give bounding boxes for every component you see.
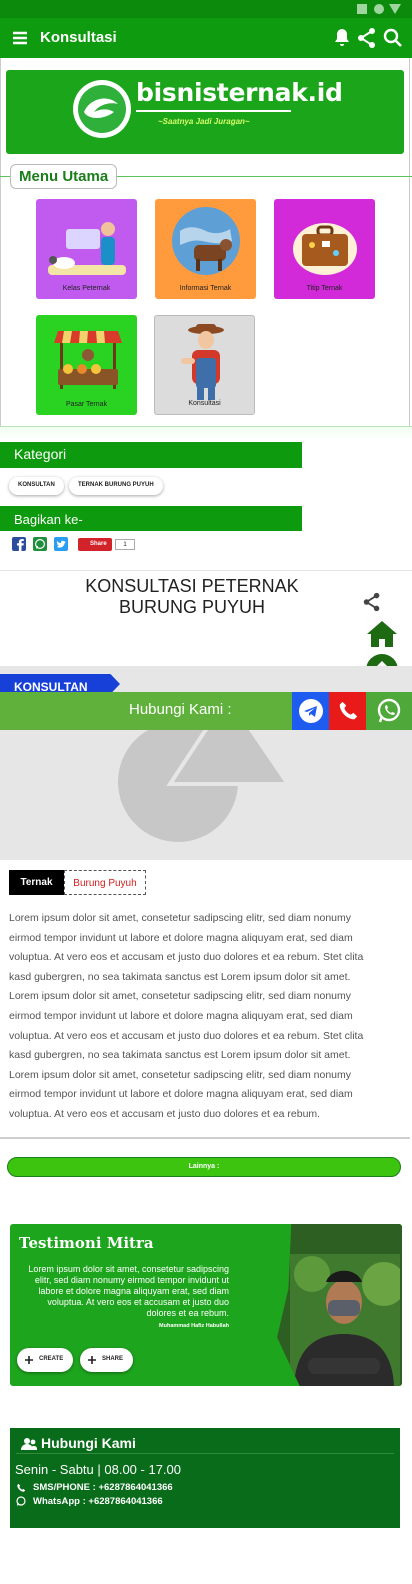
share-testimoni-button[interactable]: SHARE: [80, 1348, 134, 1372]
lainnya-button[interactable]: Lainnya :: [7, 1157, 401, 1177]
post-category-ribbon[interactable]: KONSULTAN: [0, 674, 120, 694]
article-divider: [0, 1137, 410, 1139]
page-title: Konsultasi: [40, 29, 117, 46]
phone-icon: [17, 1483, 26, 1492]
tag-burung-puyuh[interactable]: Burung Puyuh: [64, 870, 146, 895]
system-status-bar: [0, 0, 412, 18]
category-chip-konsultan[interactable]: KONSULTAN: [9, 477, 64, 495]
testimoni-photo: [277, 1224, 402, 1386]
testimoni-title: Testimoni Mitra: [19, 1234, 154, 1252]
hamburger-menu-icon[interactable]: [9, 26, 33, 50]
create-button[interactable]: CREATE: [17, 1348, 74, 1372]
menu-title: Menu Utama: [10, 164, 118, 189]
post-title: KONSULTASI PETERNAK BURUNG PUYUH: [85, 576, 299, 617]
share-button[interactable]: Share: [78, 538, 112, 551]
section-divider: [0, 426, 412, 440]
footer-title: Hubungi Kami: [41, 1435, 136, 1451]
market-stall-icon: [54, 331, 122, 389]
class-illustration-icon: [48, 222, 126, 275]
menu-item-titip-ternak[interactable]: Titip Ternak: [274, 199, 375, 299]
menu-item-konsultasi[interactable]: Konsultasi: [154, 315, 255, 415]
search-icon[interactable]: [381, 26, 405, 50]
category-chip-ternak-burung-puyuh[interactable]: TERNAK BURUNG PUYUH: [69, 477, 163, 495]
telegram-button[interactable]: [292, 692, 329, 730]
whatsapp-share-icon[interactable]: [33, 537, 47, 551]
suitcase-icon: [293, 223, 357, 275]
telegram-icon: [299, 699, 323, 723]
whatsapp-button[interactable]: [366, 692, 412, 730]
menu-item-label: Titip Ternak: [306, 285, 343, 292]
testimoni-author: Muhammad Hafiz Habullah: [159, 1323, 229, 1329]
home-icon[interactable]: [366, 620, 398, 648]
contact-bar-label: Hubungi Kami :: [129, 701, 232, 718]
share-header: Bagikan ke-: [0, 506, 302, 531]
phone-icon: [339, 701, 358, 720]
facebook-icon[interactable]: [12, 537, 26, 551]
post-divider: [0, 570, 412, 571]
site-tagline: ~Saatnya Jadi Juragan~: [158, 117, 250, 126]
menu-item-label: Kelas Peternak: [62, 285, 111, 292]
whatsapp-icon: [377, 698, 401, 723]
menu-item-kelas-peternak[interactable]: Kelas Peternak: [36, 199, 137, 299]
twitter-icon[interactable]: [54, 537, 68, 551]
app-bar: Konsultasi: [0, 18, 412, 58]
triangle-down-icon: [389, 4, 401, 14]
footer-whatsapp[interactable]: WhatsApp : +6287864041366: [33, 1496, 163, 1507]
site-brand-name: bisnisternak.id: [136, 78, 343, 107]
menu-item-label: Informasi Ternak: [179, 285, 232, 292]
menu-item-pasar-ternak[interactable]: Pasar Ternak: [36, 315, 137, 415]
tag-ternak[interactable]: Ternak: [9, 870, 64, 895]
share-button-label: Share: [90, 541, 107, 547]
plus-icon: [88, 1356, 96, 1364]
post-body: Lorem ipsum dolor sit amet, consetetur s…: [9, 912, 364, 1120]
create-button-label: CREATE: [39, 1356, 64, 1362]
plus-icon: [25, 1356, 33, 1364]
circle-icon: [374, 4, 384, 14]
testimoni-quote: Lorem ipsum dolor sit amet, consetetur s…: [28, 1264, 229, 1318]
whatsapp-icon: [16, 1496, 26, 1506]
share-icon[interactable]: [355, 26, 379, 50]
menu-item-informasi-ternak[interactable]: Informasi Ternak: [155, 199, 256, 299]
kategori-header: Kategori: [0, 442, 302, 468]
bell-icon[interactable]: [330, 26, 354, 50]
float-share-icon[interactable]: [361, 590, 383, 614]
footer-header: Hubungi Kami: [16, 1434, 394, 1454]
contact-bar: Hubungi Kami :: [0, 692, 412, 730]
person-photo-icon: [290, 1254, 400, 1386]
brand-underline: [136, 110, 291, 112]
phone-button[interactable]: [329, 692, 366, 730]
menu-item-label: Pasar Ternak: [65, 401, 108, 408]
footer-contact: Hubungi Kami Senin - Sabtu | 08.00 - 17.…: [10, 1428, 400, 1528]
footer-phone[interactable]: SMS/PHONE : +6287864041366: [33, 1482, 173, 1493]
stop-icon: [357, 4, 367, 14]
users-icon: [21, 1438, 37, 1450]
share-count: 1: [115, 539, 135, 550]
site-logo-icon: [73, 80, 131, 138]
share-testimoni-label: SHARE: [102, 1356, 124, 1362]
farmer-icon: [181, 324, 224, 400]
information-illustration-icon: [172, 207, 240, 275]
footer-hours: Senin - Sabtu | 08.00 - 17.00: [15, 1462, 181, 1477]
menu-item-label: Konsultasi: [188, 400, 221, 407]
